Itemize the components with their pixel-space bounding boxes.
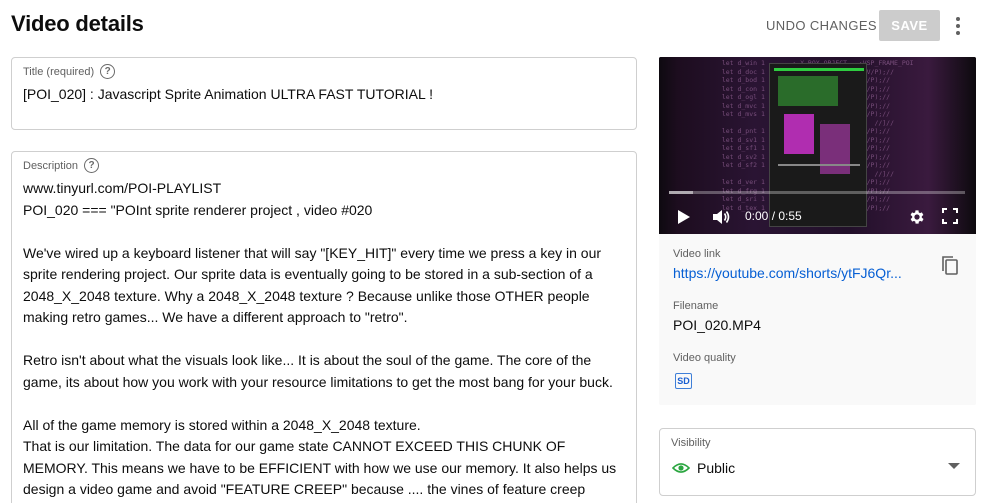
filename-value: POI_020.MP4	[673, 317, 761, 333]
visibility-dropdown[interactable]: Visibility Public	[659, 428, 976, 496]
copy-icon[interactable]	[940, 254, 962, 278]
video-player[interactable]: let d_win 1 ; X_BOX_OBJECT ;VSP_FRAME_PO…	[659, 57, 976, 234]
title-input[interactable]: [POI_020] : Javascript Sprite Animation …	[23, 86, 433, 102]
title-label: Title (required)	[23, 65, 95, 78]
filename-label: Filename	[673, 300, 719, 312]
gear-icon[interactable]	[907, 207, 927, 227]
description-label: Description	[23, 159, 79, 172]
description-label-row: Description ?	[23, 158, 100, 173]
video-link-label: Video link	[673, 248, 721, 260]
video-card: let d_win 1 ; X_BOX_OBJECT ;VSP_FRAME_PO…	[659, 57, 976, 405]
page-title: Video details	[11, 11, 144, 36]
save-button[interactable]: SAVE	[879, 10, 940, 41]
title-field[interactable]: Title (required) ? [POI_020] : Javascrip…	[11, 57, 637, 130]
video-quality-label: Video quality	[673, 352, 736, 364]
chevron-down-icon	[947, 458, 961, 469]
more-options-icon[interactable]	[946, 12, 970, 40]
visibility-value: Public	[697, 460, 736, 476]
description-textarea[interactable]: www.tinyurl.com/POI-PLAYLIST POI_020 ===…	[23, 178, 627, 503]
title-label-row: Title (required) ?	[23, 64, 116, 79]
frame-detail	[784, 114, 814, 154]
frame-detail	[778, 76, 838, 106]
progress-bar[interactable]	[669, 191, 965, 194]
volume-icon[interactable]	[711, 207, 731, 227]
eye-icon	[671, 461, 691, 475]
frame-detail	[820, 124, 850, 174]
description-field[interactable]: Description ? www.tinyurl.com/POI-PLAYLI…	[11, 151, 637, 503]
frame-detail	[774, 68, 864, 71]
video-link[interactable]: https://youtube.com/shorts/ytFJ6Qr...	[673, 265, 917, 281]
more-dot	[956, 24, 960, 28]
fullscreen-icon[interactable]	[941, 207, 959, 225]
time-display: 0:00 / 0:55	[745, 209, 802, 223]
frame-detail	[778, 164, 860, 166]
video-frame-screen	[769, 63, 867, 227]
progress-buffered	[669, 191, 693, 194]
undo-changes-button[interactable]: UNDO CHANGES	[757, 10, 886, 41]
visibility-label: Visibility	[671, 437, 711, 449]
sd-quality-badge: SD	[675, 373, 692, 389]
help-icon[interactable]: ?	[100, 64, 116, 79]
help-icon[interactable]: ?	[84, 158, 100, 173]
more-dot	[956, 17, 960, 21]
more-dot	[956, 31, 960, 35]
play-icon[interactable]	[675, 207, 693, 227]
